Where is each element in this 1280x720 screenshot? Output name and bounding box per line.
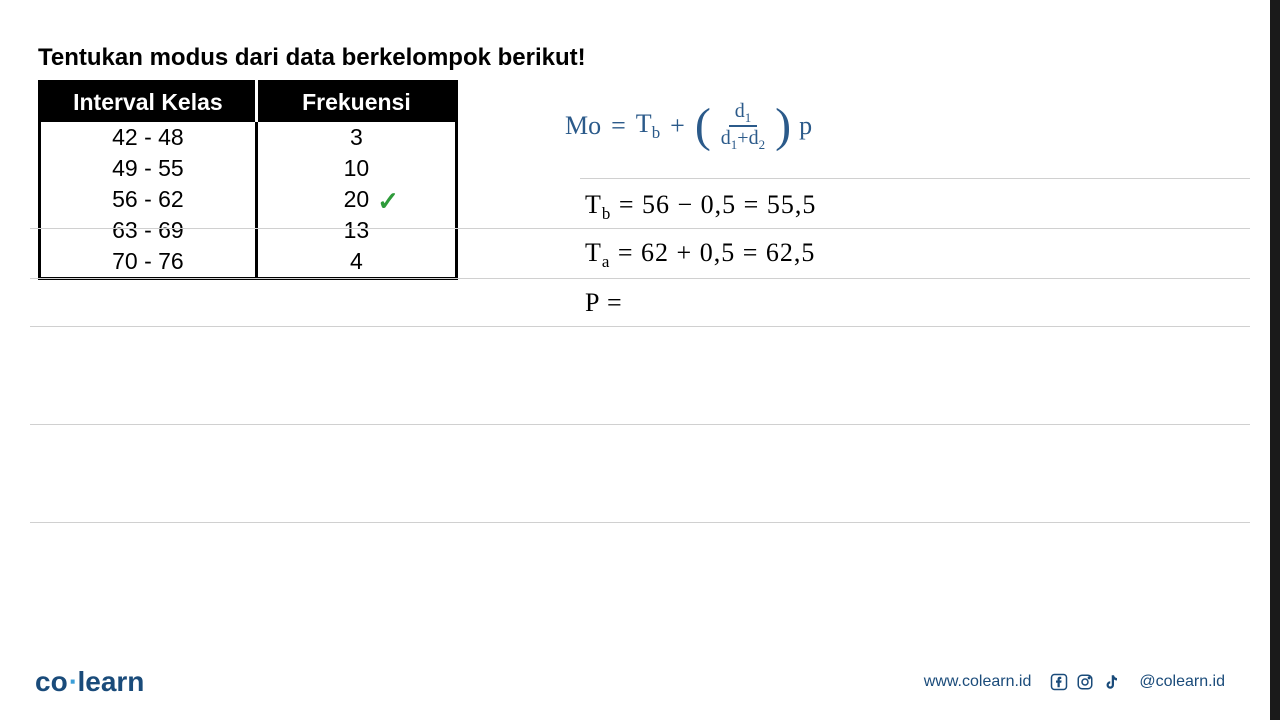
- right-edge-bar: [1270, 0, 1280, 720]
- cell-freq: 20✓: [256, 184, 456, 215]
- table-row: 56 - 62 20✓: [40, 184, 457, 215]
- cell-interval: 42 - 48: [40, 122, 257, 153]
- ruled-line: [30, 522, 1250, 523]
- facebook-icon: [1049, 672, 1069, 692]
- work-p: P =: [585, 288, 623, 318]
- ruled-line: [30, 228, 1250, 229]
- logo: co∙learn: [35, 666, 144, 698]
- table-header-interval: Interval Kelas: [40, 82, 257, 123]
- formula-mode: Mo = Tb + ( d1 d1+d2 ) p: [565, 100, 812, 153]
- cell-freq: 3: [256, 122, 456, 153]
- footer: co∙learn www.colearn.id @colearn.id: [0, 666, 1260, 698]
- cell-interval: 56 - 62: [40, 184, 257, 215]
- ruled-line: [30, 278, 1250, 279]
- checkmark-icon: ✓: [377, 186, 399, 217]
- table-row: 42 - 48 3: [40, 122, 457, 153]
- ruled-line: [580, 178, 1250, 179]
- work-ta: Ta = 62 + 0,5 = 62,5: [585, 238, 815, 272]
- table-row: 49 - 55 10: [40, 153, 457, 184]
- cell-freq: 4: [256, 246, 456, 279]
- ruled-line: [30, 424, 1250, 425]
- cell-freq: 10: [256, 153, 456, 184]
- footer-url: www.colearn.id: [924, 673, 1032, 691]
- table-header-freq: Frekuensi: [256, 82, 456, 123]
- cell-interval: 70 - 76: [40, 246, 257, 279]
- work-tb: Tb = 56 − 0,5 = 55,5: [585, 190, 816, 224]
- cell-interval: 63 - 69: [40, 215, 257, 246]
- ruled-line: [30, 326, 1250, 327]
- instagram-icon: [1075, 672, 1095, 692]
- table-row: 63 - 69 13: [40, 215, 457, 246]
- table-row: 70 - 76 4: [40, 246, 457, 279]
- footer-handle: @colearn.id: [1139, 673, 1225, 691]
- tiktok-icon: [1101, 672, 1121, 692]
- cell-interval: 49 - 55: [40, 153, 257, 184]
- question-text: Tentukan modus dari data berkelompok ber…: [38, 44, 586, 72]
- cell-freq: 13: [256, 215, 456, 246]
- frequency-table: Interval Kelas Frekuensi 42 - 48 3 49 - …: [38, 80, 458, 280]
